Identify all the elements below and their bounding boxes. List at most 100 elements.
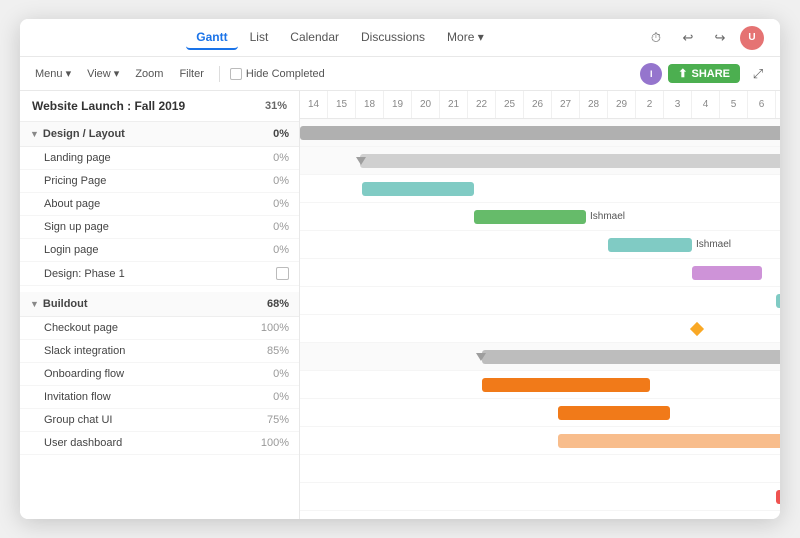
divider <box>219 66 220 82</box>
expand-icon[interactable]: ⤢ <box>746 62 770 86</box>
task-about-page[interactable]: About page 0% <box>20 193 299 216</box>
gc <box>300 399 780 426</box>
undo-icon[interactable]: ↩ <box>676 26 700 50</box>
task-name: User dashboard <box>44 437 253 449</box>
task-checkbox[interactable] <box>276 267 289 280</box>
col-18: 18 <box>356 91 384 118</box>
bar-signup <box>692 266 762 280</box>
task-pct: 100% <box>253 322 289 334</box>
filter-label: Filter <box>179 68 203 80</box>
bar-pricing <box>474 210 586 224</box>
group-bar <box>360 154 780 168</box>
bar-about <box>608 238 692 252</box>
label-ishmael-1: Ishmael <box>590 211 625 222</box>
task-pct: 0% <box>253 221 289 233</box>
view-button[interactable]: View ▾ <box>82 65 124 82</box>
gantt-row-groupchat <box>300 483 780 511</box>
task-user-dashboard[interactable]: User dashboard 100% <box>20 432 299 455</box>
group-buildout[interactable]: ▼ Buildout 68% <box>20 292 299 317</box>
left-panel: Website Launch : Fall 2019 31% ▼ Design … <box>20 91 300 519</box>
toolbar-right: I ⬆ SHARE ⤢ <box>640 62 770 86</box>
group-pct: 68% <box>267 298 289 310</box>
group-label: ▼ Buildout <box>30 298 88 310</box>
task-name: Checkout page <box>44 322 253 334</box>
menu-button[interactable]: Menu ▾ <box>30 65 76 82</box>
label-ishmael-2: Ishmael <box>696 239 731 250</box>
col-6: 6 <box>748 91 776 118</box>
task-onboarding-flow[interactable]: Onboarding flow 0% <box>20 363 299 386</box>
task-signup-page[interactable]: Sign up page 0% <box>20 216 299 239</box>
filter-button[interactable]: Filter <box>174 66 208 82</box>
top-nav: Gantt List Calendar Discussions More ▾ ⏱… <box>20 19 780 57</box>
gantt-row-signup <box>300 259 780 287</box>
tab-more[interactable]: More ▾ <box>437 26 494 50</box>
tab-calendar[interactable]: Calendar <box>280 26 349 50</box>
hide-completed-label: Hide Completed <box>246 68 325 80</box>
task-name: Onboarding flow <box>44 368 253 380</box>
history-icon[interactable]: ⏱ <box>644 26 668 50</box>
toolbar-avatar: I <box>640 63 662 85</box>
task-group-chat[interactable]: Group chat UI 75% <box>20 409 299 432</box>
project-pct: 31% <box>265 100 287 112</box>
nav-tabs: Gantt List Calendar Discussions More ▾ <box>36 26 644 50</box>
chevron-icon: ▼ <box>30 299 39 309</box>
tab-gantt[interactable]: Gantt <box>186 26 237 50</box>
app-window: Gantt List Calendar Discussions More ▾ ⏱… <box>20 19 780 519</box>
user-avatar[interactable]: U <box>740 26 764 50</box>
col-26: 26 <box>524 91 552 118</box>
gantt-row-login <box>300 287 780 315</box>
group-bar-2 <box>482 350 780 364</box>
gantt-row-project <box>300 119 780 147</box>
group-indicator-2 <box>476 353 486 361</box>
task-design-phase1[interactable]: Design: Phase 1 <box>20 262 299 286</box>
hide-completed-toggle[interactable]: Hide Completed <box>230 68 325 80</box>
bar-groupchat <box>776 490 780 504</box>
task-slack-integration[interactable]: Slack integration 85% <box>20 340 299 363</box>
task-checkout-page[interactable]: Checkout page 100% <box>20 317 299 340</box>
toolbar: Menu ▾ View ▾ Zoom Filter Hide Completed… <box>20 57 780 91</box>
zoom-button[interactable]: Zoom <box>130 66 168 82</box>
gantt-row-about: Ishmael <box>300 231 780 259</box>
gantt-row-invitation <box>300 455 780 483</box>
task-pct: 85% <box>253 345 289 357</box>
gantt-area[interactable]: 14 15 18 19 20 21 22 25 26 27 28 29 2 3 … <box>300 91 780 519</box>
gantt-row-dashboard <box>300 511 780 519</box>
project-bar <box>300 126 780 140</box>
gantt-row-landing <box>300 175 780 203</box>
task-name: Design: Phase 1 <box>44 268 272 280</box>
gantt-header: 14 15 18 19 20 21 22 25 26 27 28 29 2 3 … <box>300 91 780 119</box>
gantt-row-design-phase1 <box>300 315 780 343</box>
task-name: Sign up page <box>44 221 253 233</box>
col-20: 20 <box>412 91 440 118</box>
group-design-layout[interactable]: ▼ Design / Layout 0% <box>20 122 299 147</box>
task-invitation-flow[interactable]: Invitation flow 0% <box>20 386 299 409</box>
bar-login <box>776 294 780 308</box>
gantt-row-slack <box>300 399 780 427</box>
gantt-row-design-group <box>300 147 780 175</box>
col-3: 3 <box>664 91 692 118</box>
task-pricing-page[interactable]: Pricing Page 0% <box>20 170 299 193</box>
group-label: ▼ Design / Layout <box>30 128 125 140</box>
group-name: Buildout <box>43 298 88 310</box>
task-landing-page[interactable]: Landing page 0% <box>20 147 299 170</box>
col-28: 28 <box>580 91 608 118</box>
task-login-page[interactable]: Login page 0% <box>20 239 299 262</box>
task-name: Slack integration <box>44 345 253 357</box>
bar-onboarding <box>558 434 780 448</box>
tab-discussions[interactable]: Discussions <box>351 26 435 50</box>
gantt-row-checkout <box>300 371 780 399</box>
task-name: Invitation flow <box>44 391 253 403</box>
task-pct: 0% <box>253 152 289 164</box>
col-15: 15 <box>328 91 356 118</box>
col-22: 22 <box>468 91 496 118</box>
bar-checkout <box>482 378 650 392</box>
tab-list[interactable]: List <box>240 26 279 50</box>
col-29: 29 <box>608 91 636 118</box>
gc <box>300 511 780 519</box>
task-name: Pricing Page <box>44 175 253 187</box>
redo-icon[interactable]: ↪ <box>708 26 732 50</box>
gc <box>300 315 780 342</box>
task-name: Group chat UI <box>44 414 253 426</box>
hide-completed-checkbox[interactable] <box>230 68 242 80</box>
share-button[interactable]: ⬆ SHARE <box>668 64 740 83</box>
